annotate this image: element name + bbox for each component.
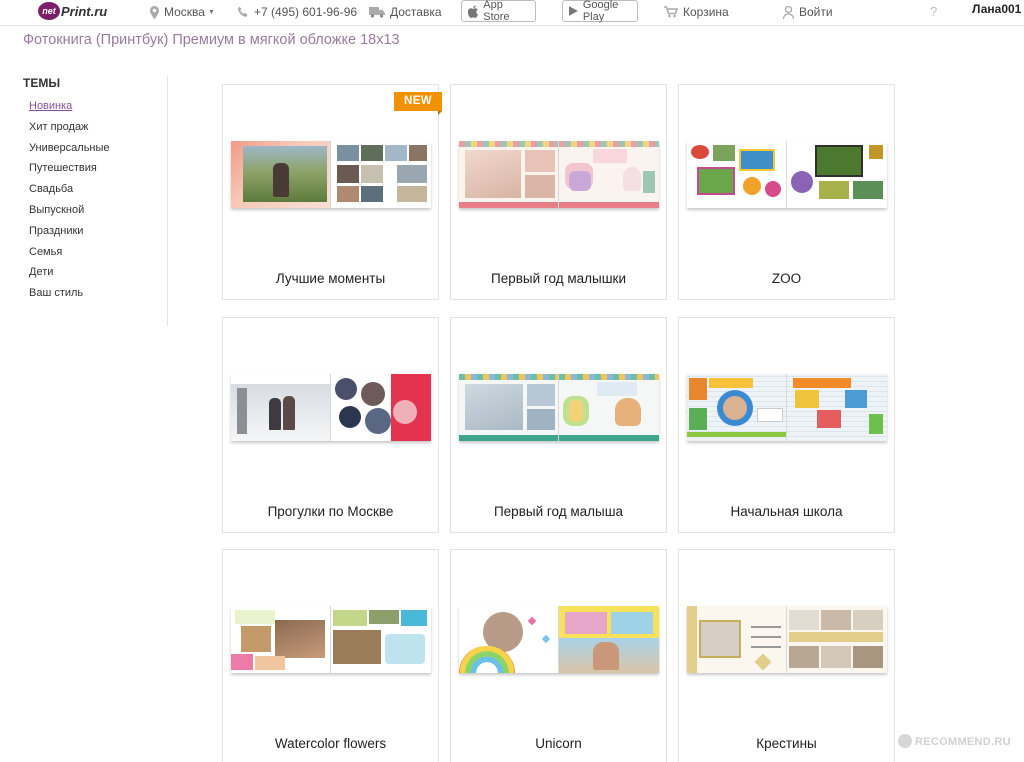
phone-icon xyxy=(238,6,248,17)
product-title: Крестины xyxy=(756,736,817,751)
phone-number[interactable]: +7 (495) 601-96-96 xyxy=(237,4,357,20)
sidebar-item-kids[interactable]: Дети xyxy=(23,262,167,283)
logo-badge: net xyxy=(38,2,60,20)
product-title: ZOO xyxy=(771,271,802,286)
product-card[interactable]: Начальная школа xyxy=(678,317,895,533)
logo-text: Print.ru xyxy=(61,3,108,19)
google-play-button[interactable]: Google Play xyxy=(562,0,638,23)
themes-sidebar: ТЕМЫ Новинка Хит продаж Универсальные Пу… xyxy=(23,76,168,326)
product-card[interactable]: Первый год малыша xyxy=(450,317,667,533)
sidebar-item-wedding[interactable]: Свадьба xyxy=(23,179,167,200)
delivery-label: Доставка xyxy=(390,5,442,19)
chevron-down-icon: ▼ xyxy=(207,8,215,16)
delivery-link[interactable]: Доставка xyxy=(369,4,442,20)
google-play-label: Google Play xyxy=(582,0,619,23)
book-preview-image xyxy=(231,374,431,441)
top-bar: net Print.ru Москва ▼ +7 (495) 601-96-96… xyxy=(0,0,1024,26)
sidebar-item-graduation[interactable]: Выпускной xyxy=(23,200,167,221)
book-preview-image xyxy=(459,606,659,673)
login-link[interactable]: Войти xyxy=(783,4,833,20)
cart-label: Корзина xyxy=(683,5,729,19)
sidebar-item-bestsellers[interactable]: Хит продаж xyxy=(23,117,167,138)
city-label: Москва xyxy=(164,5,205,19)
sidebar-item-travel[interactable]: Путешествия xyxy=(23,158,167,179)
app-store-label: App Store xyxy=(483,0,510,23)
sidebar-item-new[interactable]: Новинка xyxy=(23,96,167,117)
sidebar-item-your-style[interactable]: Ваш стиль xyxy=(23,283,167,304)
book-preview-image xyxy=(231,606,431,673)
book-preview-image xyxy=(687,374,887,441)
apple-icon xyxy=(468,4,478,18)
app-store-button[interactable]: App Store xyxy=(461,0,536,23)
product-title: Начальная школа xyxy=(730,504,843,519)
sidebar-item-universal[interactable]: Универсальные xyxy=(23,138,167,159)
product-card[interactable]: Первый год малышки xyxy=(450,84,667,300)
product-title: Unicorn xyxy=(535,736,582,751)
recommend-watermark: RECOMMEND.RU xyxy=(898,734,1011,748)
sidebar-heading: ТЕМЫ xyxy=(23,76,61,90)
product-card[interactable]: ZOO xyxy=(678,84,895,300)
login-label: Войти xyxy=(799,5,833,19)
themes-list: Новинка Хит продаж Универсальные Путешес… xyxy=(23,96,167,304)
book-preview-image xyxy=(459,141,659,208)
book-preview-image xyxy=(687,141,887,208)
product-title: Watercolor flowers xyxy=(274,736,387,751)
product-card[interactable]: Watercolor flowers xyxy=(222,549,439,762)
city-selector[interactable]: Москва ▼ xyxy=(150,4,215,20)
help-icon[interactable]: ? xyxy=(930,4,937,19)
product-title: Первый год малыша xyxy=(493,504,624,519)
truck-icon xyxy=(369,6,385,18)
play-icon xyxy=(569,6,578,16)
product-card[interactable]: Прогулки по Москве xyxy=(222,317,439,533)
phone-label: +7 (495) 601-96-96 xyxy=(254,5,358,19)
sidebar-item-holidays[interactable]: Праздники xyxy=(23,221,167,242)
product-title: Первый год малышки xyxy=(491,271,626,286)
location-pin-icon xyxy=(150,5,159,19)
book-preview-image xyxy=(459,374,659,441)
product-title: Прогулки по Москве xyxy=(267,504,394,519)
watermark-text: RECOMMEND.RU xyxy=(915,736,1011,748)
user-icon xyxy=(783,5,794,19)
product-card[interactable]: Unicorn xyxy=(450,549,667,762)
watermark-logo-icon xyxy=(898,734,912,748)
book-preview-image xyxy=(687,606,887,673)
product-title: Лучшие моменты xyxy=(275,271,386,286)
page-title: Фотокнига (Принтбук) Премиум в мягкой об… xyxy=(23,32,400,48)
netprint-logo[interactable]: net Print.ru xyxy=(38,1,107,21)
user-name[interactable]: Лана001 xyxy=(972,2,1021,16)
book-preview-image xyxy=(231,141,431,208)
sidebar-item-family[interactable]: Семья xyxy=(23,242,167,263)
product-card[interactable]: NEW Лучшие моменты xyxy=(222,84,442,300)
product-card[interactable]: Крестины xyxy=(678,549,895,762)
cart-icon xyxy=(664,6,678,18)
new-badge: NEW xyxy=(394,92,442,115)
cart-link[interactable]: Корзина xyxy=(664,4,729,20)
